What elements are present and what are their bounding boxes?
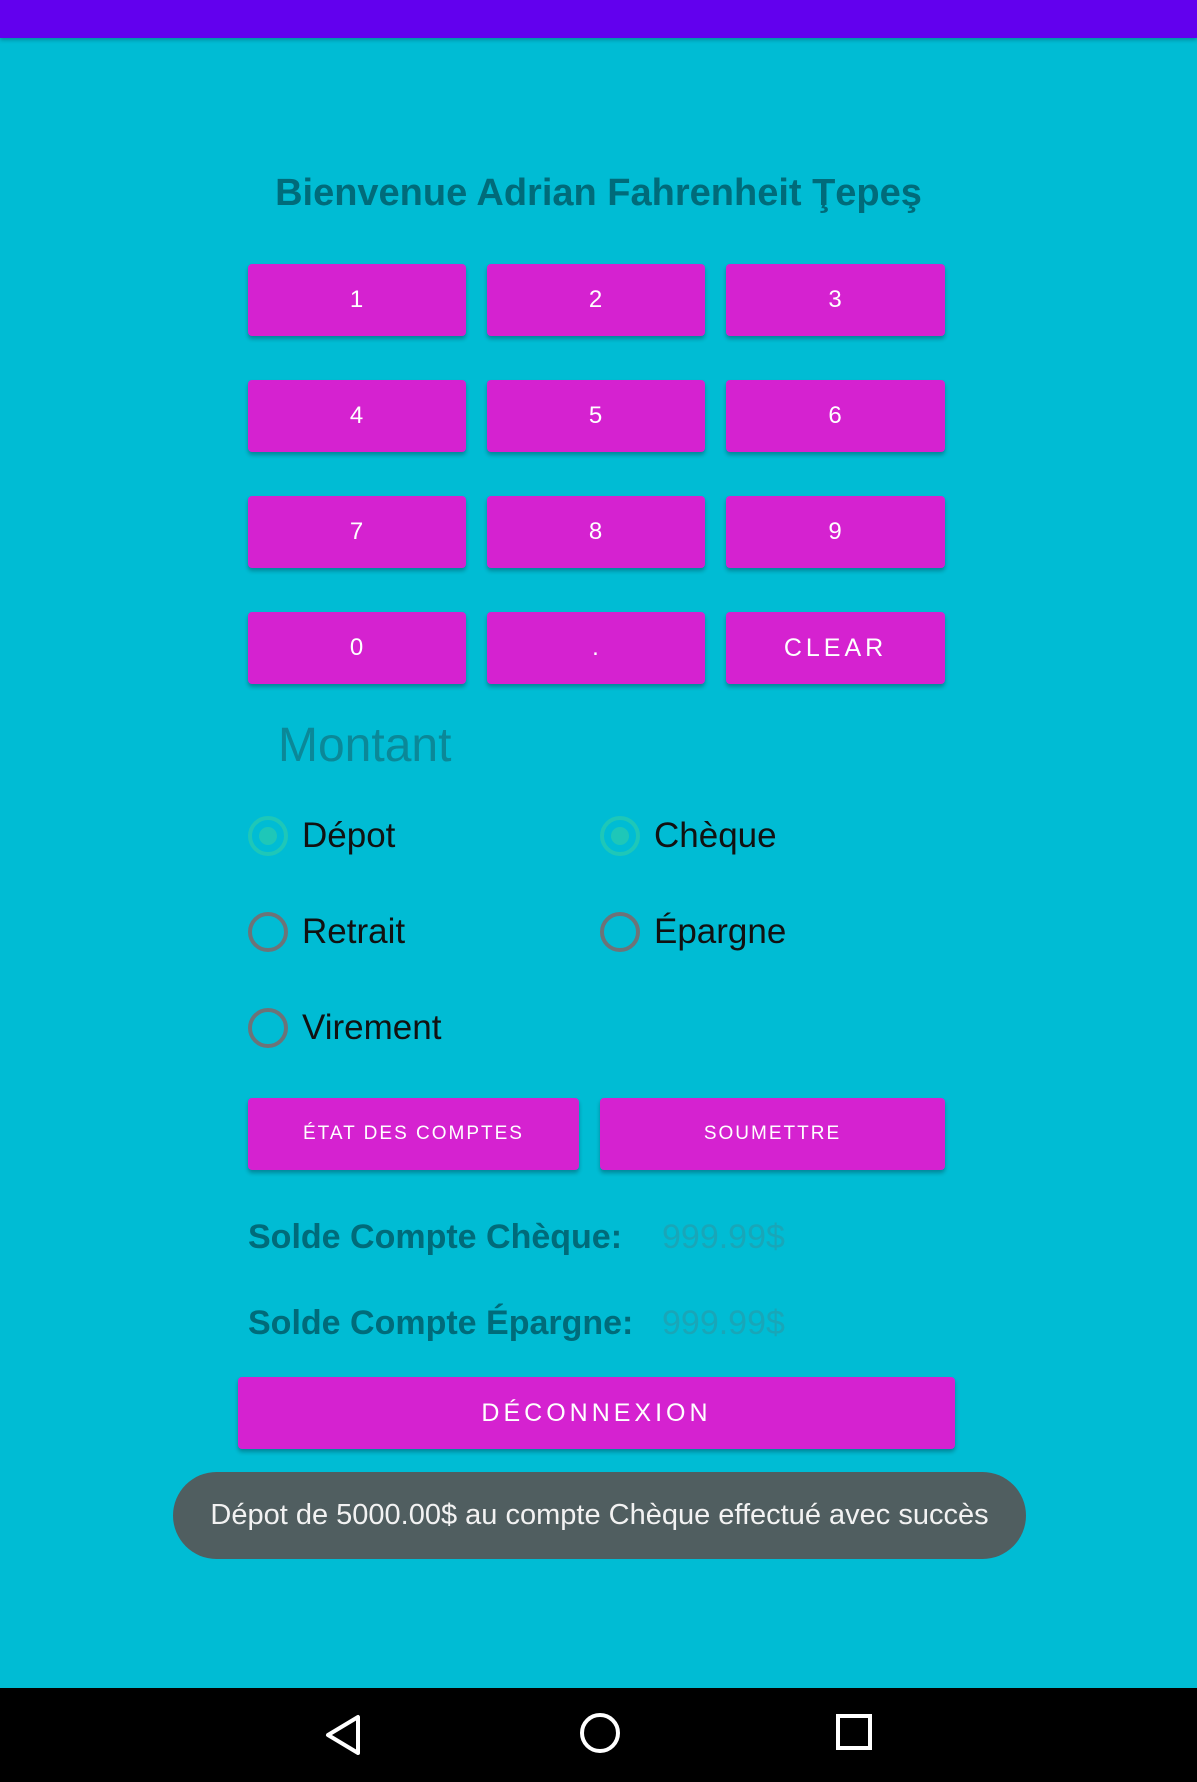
- key-1-button[interactable]: 1: [248, 264, 466, 336]
- key-7-button[interactable]: 7: [248, 496, 466, 568]
- radio-epargne[interactable]: Épargne: [600, 912, 786, 952]
- status-bar: [0, 0, 1197, 38]
- toast-message: Dépot de 5000.00$ au compte Chèque effec…: [173, 1472, 1026, 1559]
- radio-virement-label: Virement: [302, 1008, 442, 1047]
- radio-depot[interactable]: Dépot: [248, 816, 395, 856]
- navigation-bar: [0, 1688, 1197, 1782]
- welcome-title: Bienvenue Adrian Fahrenheit Ţepeş: [275, 172, 922, 214]
- radio-retrait-label: Retrait: [302, 912, 406, 951]
- radio-unchecked-icon: [248, 912, 288, 952]
- radio-epargne-label: Épargne: [654, 912, 787, 951]
- back-icon[interactable]: [322, 1712, 368, 1758]
- radio-depot-label: Dépot: [302, 816, 396, 855]
- key-dot-button[interactable]: .: [487, 612, 705, 684]
- radio-virement[interactable]: Virement: [248, 1008, 441, 1048]
- amount-input[interactable]: [278, 718, 678, 773]
- radio-retrait[interactable]: Retrait: [248, 912, 405, 952]
- account-statement-button[interactable]: ÉTAT DES COMPTES: [248, 1098, 579, 1170]
- radio-checked-icon: [248, 816, 288, 856]
- savings-balance-value: 999.99$: [662, 1304, 785, 1342]
- key-3-button[interactable]: 3: [726, 264, 945, 336]
- radio-cheque-label: Chèque: [654, 816, 777, 855]
- radio-unchecked-icon: [600, 912, 640, 952]
- radio-unchecked-icon: [248, 1008, 288, 1048]
- key-0-button[interactable]: 0: [248, 612, 466, 684]
- recents-icon[interactable]: [834, 1712, 874, 1752]
- home-icon[interactable]: [577, 1710, 623, 1756]
- radio-checked-icon: [600, 816, 640, 856]
- logout-button[interactable]: DÉCONNEXION: [238, 1377, 955, 1449]
- key-9-button[interactable]: 9: [726, 496, 945, 568]
- submit-button[interactable]: SOUMETTRE: [600, 1098, 945, 1170]
- key-6-button[interactable]: 6: [726, 380, 945, 452]
- cheque-balance-label: Solde Compte Chèque:: [248, 1218, 623, 1256]
- savings-balance-label: Solde Compte Épargne:: [248, 1304, 634, 1342]
- key-5-button[interactable]: 5: [487, 380, 705, 452]
- cheque-balance-value: 999.99$: [662, 1218, 785, 1256]
- clear-button[interactable]: CLEAR: [726, 612, 945, 684]
- key-4-button[interactable]: 4: [248, 380, 466, 452]
- key-8-button[interactable]: 8: [487, 496, 705, 568]
- radio-cheque[interactable]: Chèque: [600, 816, 777, 856]
- key-2-button[interactable]: 2: [487, 264, 705, 336]
